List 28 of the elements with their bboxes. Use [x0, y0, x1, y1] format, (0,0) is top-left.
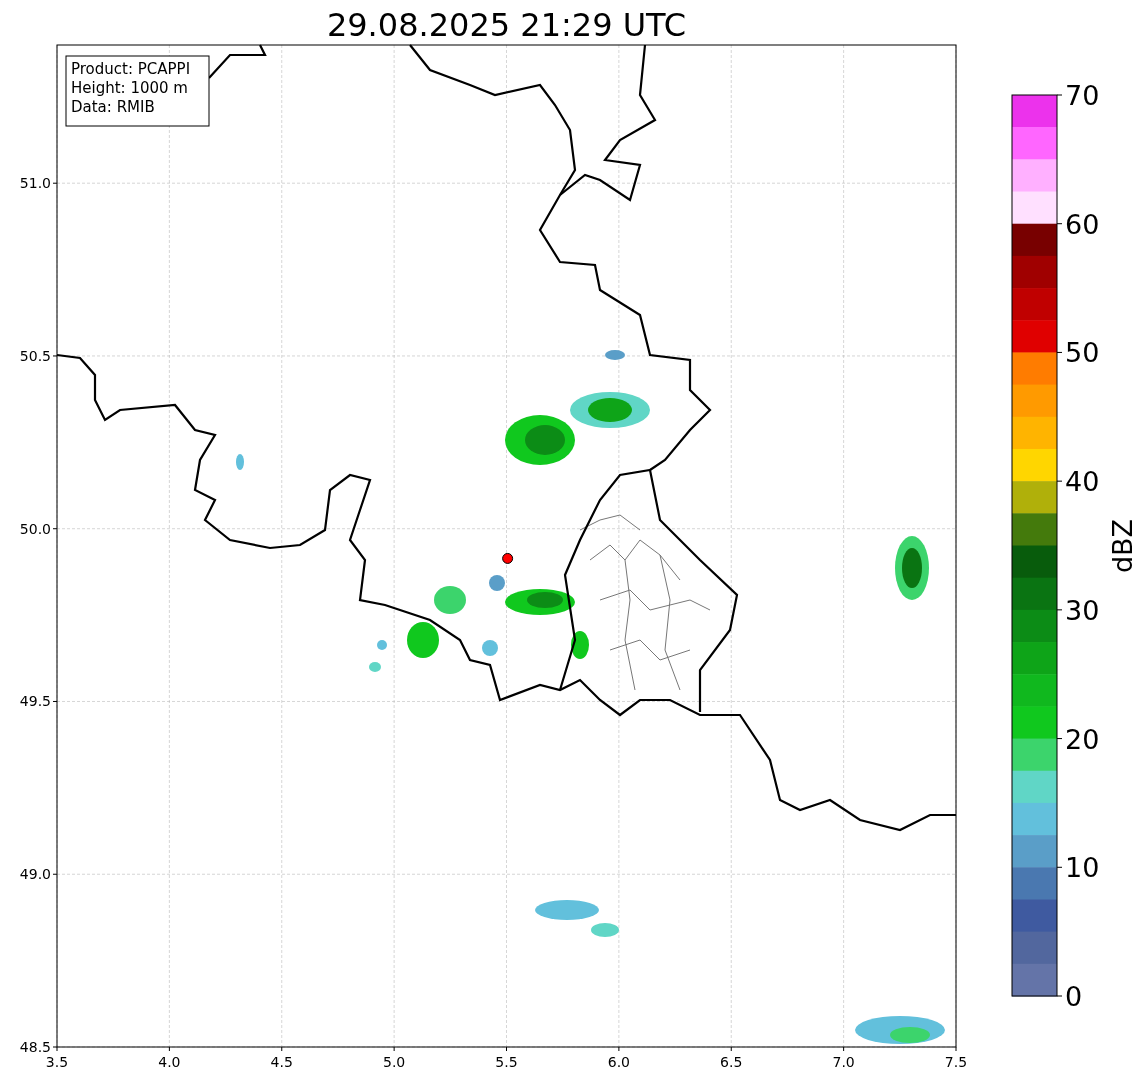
colorbar-tick-label: 30	[1065, 594, 1100, 626]
y-tick-label: 48.5	[19, 1039, 51, 1055]
colorbar-tick-label: 0	[1065, 981, 1083, 1012]
y-tick-label: 50.0	[19, 520, 51, 537]
x-tick-label: 6.5	[720, 1054, 743, 1070]
y-tick-label: 51.0	[19, 175, 51, 192]
x-tick-label: 4.0	[158, 1054, 181, 1070]
colorbar-tick-label: 10	[1065, 852, 1100, 884]
x-tick-label: 4.5	[270, 1054, 293, 1070]
y-tick-label: 49.5	[19, 693, 51, 710]
colorbar-tick-label: 70	[1065, 80, 1100, 111]
x-tick-label: 5.0	[383, 1054, 406, 1070]
colorbar-tick-label: 50	[1065, 337, 1100, 369]
info-text: Product: PCAPPI	[71, 60, 191, 78]
chart-title: 29.08.2025 21:29 UTC	[326, 6, 687, 44]
x-tick-label: 5.5	[495, 1054, 518, 1070]
y-tick-label: 50.5	[19, 347, 51, 364]
x-tick-label: 7.5	[944, 1054, 968, 1070]
colorbar-tick-label: 20	[1065, 723, 1100, 755]
y-tick-label: 49.0	[19, 866, 51, 883]
info-text: Data: RMIB	[71, 98, 155, 116]
info-text: Height: 1000 m	[71, 79, 188, 97]
x-tick-label: 3.5	[45, 1054, 69, 1070]
x-tick-label: 7.0	[832, 1054, 855, 1070]
colorbar-tick-label: 60	[1065, 208, 1100, 240]
colorbar-label: dBZ	[1107, 518, 1138, 574]
x-tick-label: 6.0	[607, 1054, 630, 1070]
colorbar-tick-label: 40	[1065, 466, 1100, 498]
